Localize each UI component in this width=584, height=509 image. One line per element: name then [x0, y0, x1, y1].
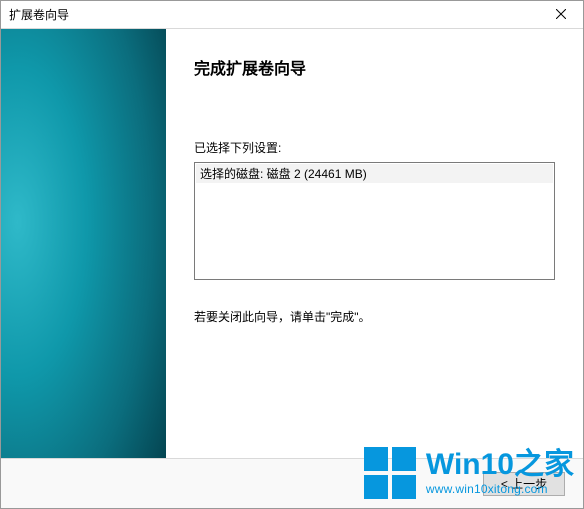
close-icon	[556, 8, 566, 22]
page-heading: 完成扩展卷向导	[194, 55, 555, 79]
close-instruction: 若要关闭此向导，请单击"完成"。	[194, 308, 555, 325]
settings-listbox[interactable]: 选择的磁盘: 磁盘 2 (24461 MB)	[194, 162, 555, 280]
settings-label: 已选择下列设置:	[194, 139, 555, 156]
close-button[interactable]	[538, 1, 583, 29]
footer-bar: < 上一步	[1, 458, 583, 508]
list-item[interactable]: 选择的磁盘: 磁盘 2 (24461 MB)	[196, 164, 553, 183]
window-title: 扩展卷向导	[9, 6, 69, 23]
main-panel: 完成扩展卷向导 已选择下列设置: 选择的磁盘: 磁盘 2 (24461 MB) …	[166, 29, 583, 458]
back-button[interactable]: < 上一步	[483, 472, 565, 496]
back-button-label: < 上一步	[501, 475, 547, 492]
content-area: 完成扩展卷向导 已选择下列设置: 选择的磁盘: 磁盘 2 (24461 MB) …	[1, 29, 583, 458]
titlebar: 扩展卷向导	[1, 1, 583, 29]
wizard-window: 扩展卷向导 完成扩展卷向导 已选择下列设置: 选择的磁盘: 磁盘 2 (2446…	[0, 0, 584, 509]
wizard-side-banner	[1, 29, 166, 458]
